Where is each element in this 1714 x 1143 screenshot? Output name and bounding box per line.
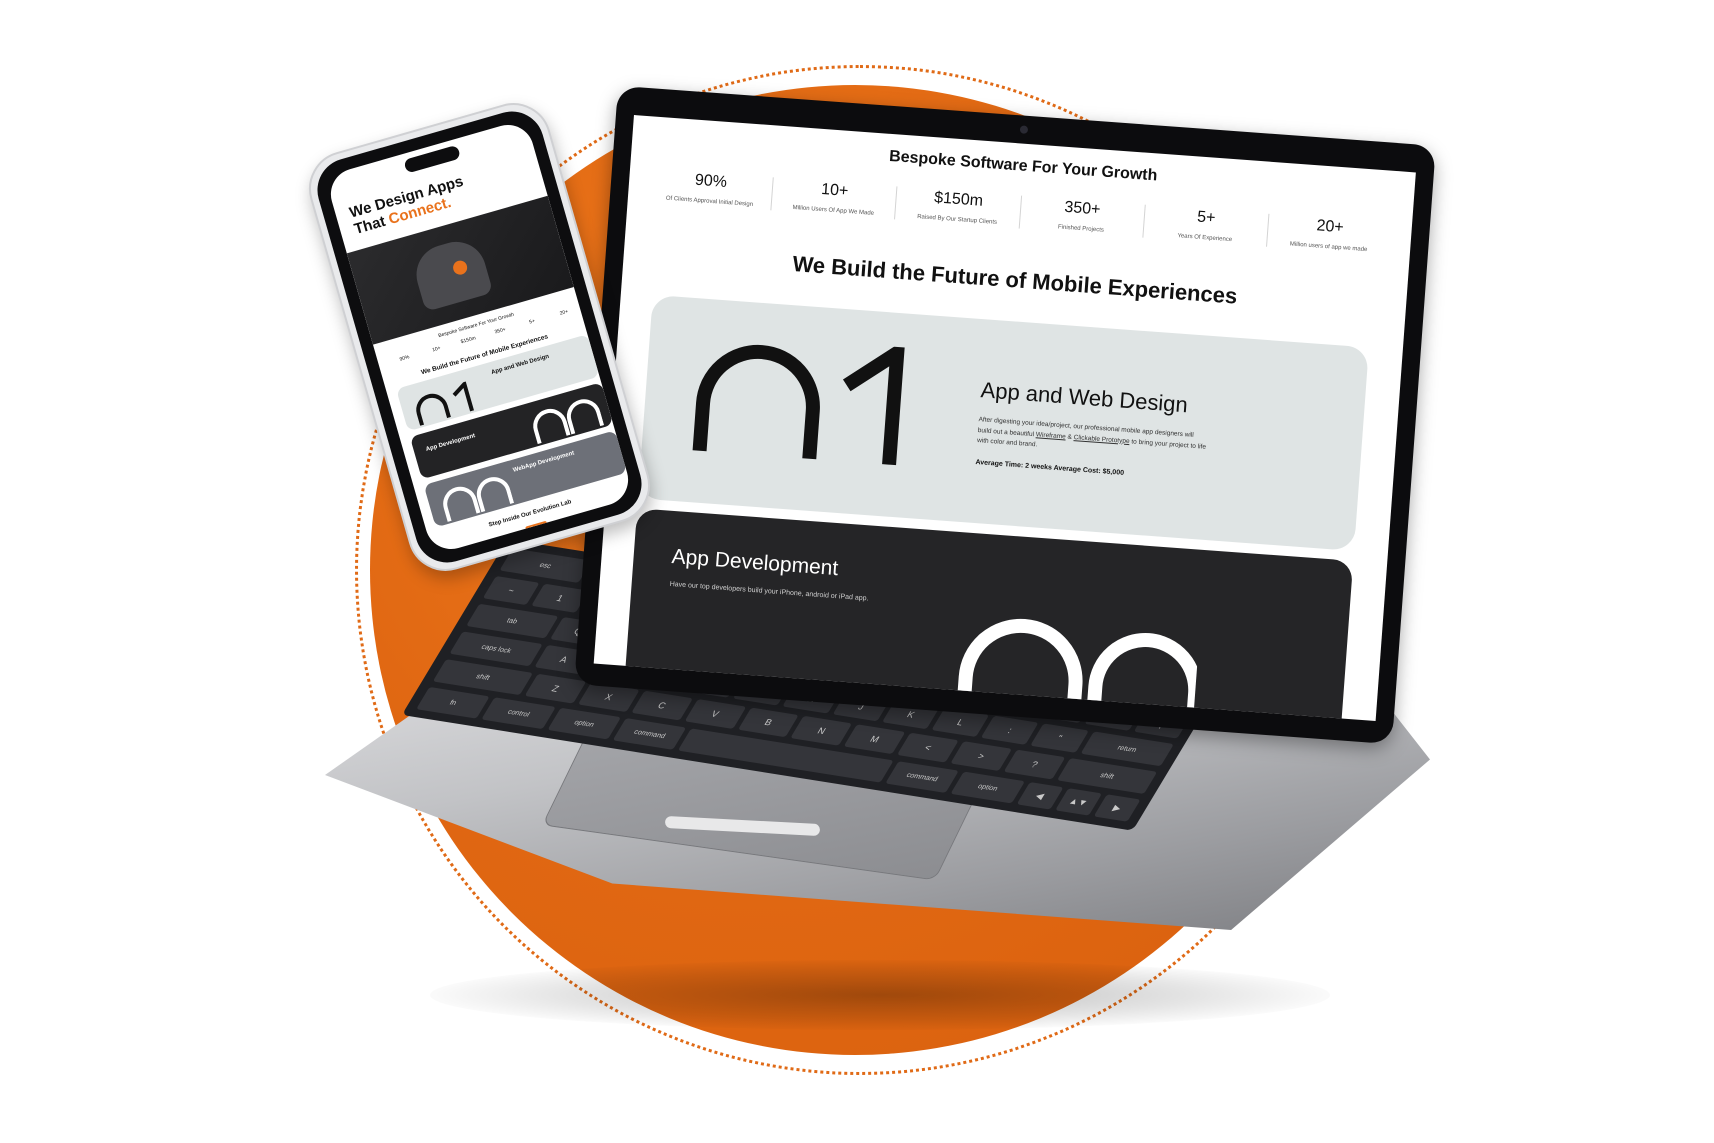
- keyboard-key[interactable]: ?: [1003, 749, 1066, 780]
- keyboard-key[interactable]: ▲▼: [1054, 788, 1102, 816]
- product-mockup-scene: escF1F2F3F4F5F6F7F8F9F10F11F12 ~12345678…: [0, 0, 1714, 1143]
- stat-value: 350+: [1063, 198, 1102, 219]
- number-03-graphic: [443, 477, 515, 522]
- stat-item: 350+ Finished Projects: [1019, 195, 1146, 238]
- service-card-design[interactable]: App and Web Design After digesting your …: [637, 294, 1369, 551]
- keyboard-key[interactable]: command: [885, 761, 960, 794]
- keyboard-key[interactable]: command: [612, 718, 687, 750]
- laptop-shadow: [430, 960, 1330, 1030]
- keyboard-key[interactable]: M: [844, 724, 906, 755]
- service-description: Have our top developers build your iPhon…: [669, 580, 869, 603]
- keyboard-key[interactable]: :: [981, 715, 1039, 745]
- stat-value: 90%: [694, 171, 728, 191]
- service-desc-and: &: [1067, 433, 1073, 441]
- stat-value: $150m: [460, 335, 477, 346]
- stat-label: Million users of app we made: [1289, 241, 1368, 254]
- stat-value: 5+: [1196, 208, 1216, 227]
- stat-label: Raised By Our Startup Clients: [916, 214, 998, 226]
- stat-item: 10+ Million Users Of App We Made: [771, 177, 898, 220]
- number-02-graphic: [953, 618, 1201, 721]
- robot-hand-image: [409, 234, 494, 312]
- service-meta: Average Time: 2 weeks Average Cost: $5,0…: [975, 458, 1125, 477]
- service-title: App Development: [670, 545, 840, 581]
- keyboard-key[interactable]: N: [790, 715, 853, 746]
- keyboard-key[interactable]: ~: [482, 575, 540, 606]
- stat-label: Finished Projects: [1057, 224, 1105, 234]
- stat-value: $150m: [933, 189, 984, 210]
- service-description: After digesting your idea/project, our p…: [977, 415, 1209, 464]
- stat-value: 90%: [398, 354, 411, 363]
- service-title: App Development: [425, 433, 476, 453]
- keyboard-key[interactable]: <: [897, 732, 959, 763]
- clickable-prototype-link[interactable]: Clickable Prototype: [1073, 434, 1129, 445]
- laptop-screen: Bespoke Software For Your Growth 90% Of C…: [593, 115, 1416, 721]
- stat-value: 5+: [528, 318, 536, 326]
- keyboard-key[interactable]: ▶: [1093, 794, 1141, 822]
- service-title: App and Web Design: [490, 353, 550, 376]
- stat-value: 350+: [494, 326, 507, 336]
- keyboard-key[interactable]: B: [737, 707, 800, 738]
- keyboard-key[interactable]: C: [631, 690, 693, 721]
- stat-label: Years Of Experience: [1177, 233, 1233, 244]
- wireframe-link[interactable]: Wireframe: [1036, 431, 1066, 440]
- service-title: WebApp Development: [512, 450, 576, 474]
- stat-value: 20+: [1315, 217, 1345, 237]
- stat-value: 10+: [431, 345, 442, 354]
- keyboard-key[interactable]: >: [950, 741, 1013, 772]
- keyboard-key[interactable]: control: [481, 697, 556, 730]
- stat-item: 90% Of Clients Approval Initial Design: [647, 168, 774, 211]
- keyboard-key[interactable]: option: [547, 707, 622, 740]
- stat-item: 20+ Million users of app we made: [1267, 214, 1392, 256]
- keyboard-key[interactable]: fn: [416, 686, 491, 719]
- stat-value: 10+: [820, 180, 849, 200]
- laptop-lid: Bespoke Software For Your Growth 90% Of C…: [574, 85, 1436, 745]
- number-01-graphic: [692, 339, 906, 466]
- stat-value: 20+: [559, 308, 569, 317]
- stat-label: Million Users Of App We Made: [792, 204, 875, 217]
- keyboard-key[interactable]: ◀: [1016, 781, 1064, 810]
- keyboard-key[interactable]: ": [1030, 723, 1089, 753]
- keyboard-key[interactable]: V: [684, 699, 746, 729]
- keyboard-key[interactable]: Z: [524, 673, 587, 704]
- explore-button[interactable]: Explore: [525, 520, 549, 534]
- dynamic-island: [403, 144, 461, 174]
- stat-label: Of Clients Approval Initial Design: [665, 195, 754, 208]
- stat-item: 5+ Years Of Experience: [1143, 204, 1270, 247]
- webcam-icon: [1019, 125, 1029, 134]
- service-title: App and Web Design: [979, 377, 1189, 418]
- stat-item: $150m Raised By Our Startup Clients: [895, 186, 1022, 229]
- keyboard-key[interactable]: option: [950, 771, 1025, 804]
